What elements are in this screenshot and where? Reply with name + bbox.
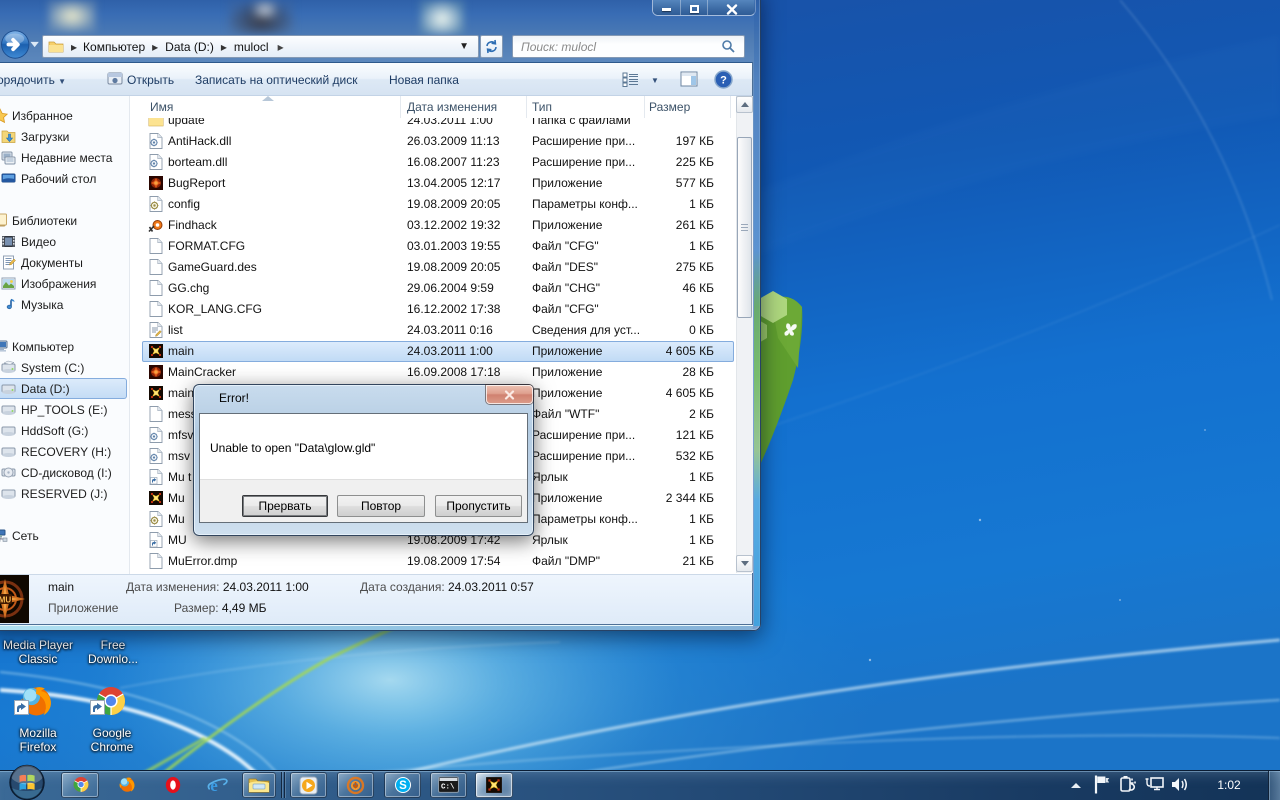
svg-text:MU: MU bbox=[0, 596, 11, 605]
svg-text:e: e bbox=[210, 776, 218, 795]
svg-text:?: ? bbox=[720, 75, 727, 87]
svg-text:C:\: C:\ bbox=[441, 784, 455, 792]
svg-text:S: S bbox=[399, 780, 407, 792]
